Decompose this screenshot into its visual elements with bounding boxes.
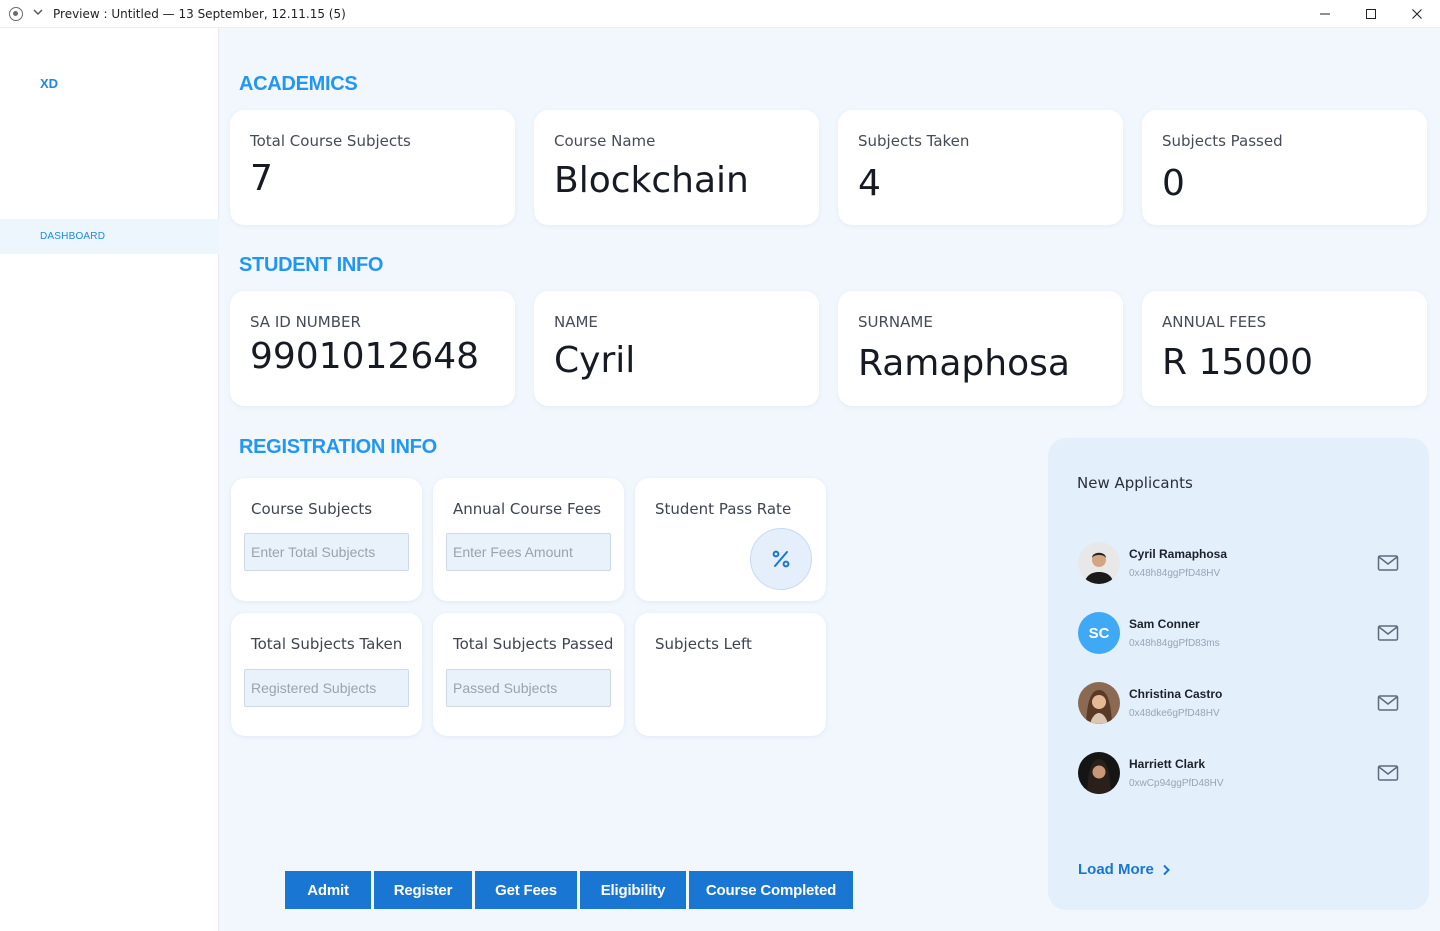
main-content: ACADEMICS Total Course Subjects 7 Course…: [219, 28, 1440, 931]
card-student-pass-rate: Student Pass Rate: [635, 478, 826, 601]
register-button[interactable]: Register: [374, 871, 472, 909]
card-label: Subjects Passed: [1162, 132, 1283, 150]
applicant-row[interactable]: Harriett Clark 0xwCp94ggPfD48HV: [1048, 752, 1429, 796]
new-applicants-panel: New Applicants Cyril Ramaphosa 0x48h84gg…: [1048, 438, 1429, 910]
card-label: Total Subjects Taken: [251, 635, 403, 653]
mail-icon[interactable]: [1377, 694, 1399, 712]
card-label: Course Subjects: [251, 500, 373, 518]
avatar: SC: [1078, 612, 1120, 654]
applicant-address: 0x48dke6gPfD48HV: [1129, 708, 1220, 719]
eligibility-button[interactable]: Eligibility: [580, 871, 686, 909]
total-subjects-input[interactable]: [244, 533, 409, 571]
card-value: 7: [250, 158, 273, 199]
card-value: 4: [858, 163, 881, 204]
close-button[interactable]: [1394, 0, 1440, 28]
applicant-name: Christina Castro: [1129, 687, 1223, 701]
card-label: Subjects Left: [655, 635, 752, 653]
avatar: [1078, 542, 1120, 584]
close-icon: [1412, 9, 1422, 19]
applicant-name: Cyril Ramaphosa: [1129, 547, 1228, 561]
load-more-link[interactable]: Load More: [1078, 861, 1170, 878]
pass-rate-button[interactable]: [750, 528, 812, 590]
percent-icon: [772, 550, 790, 568]
card-label: ANNUAL FEES: [1162, 313, 1267, 331]
applicant-address: 0xwCp94ggPfD48HV: [1129, 778, 1224, 789]
avatar: [1078, 752, 1120, 794]
card-label: Total Course Subjects: [250, 132, 411, 150]
card-value: 0: [1162, 163, 1185, 204]
card-label: Student Pass Rate: [655, 500, 792, 518]
card-value: Cyril: [554, 340, 636, 381]
app-logo[interactable]: XD: [40, 76, 58, 91]
card-annual-fees: ANNUAL FEES R 15000: [1142, 291, 1427, 406]
applicant-row[interactable]: Christina Castro 0x48dke6gPfD48HV: [1048, 682, 1429, 726]
mail-icon[interactable]: [1377, 554, 1399, 572]
card-subjects-left: Subjects Left: [635, 613, 826, 736]
fees-amount-input[interactable]: [446, 533, 611, 571]
card-subjects-taken: Subjects Taken 4: [838, 110, 1123, 225]
minimize-button[interactable]: [1302, 0, 1348, 28]
card-total-subjects-taken: Total Subjects Taken: [231, 613, 422, 736]
card-label: Course Name: [554, 132, 656, 150]
card-label: Total Subjects Passed: [453, 635, 614, 653]
window-title: Preview : Untitled — 13 September, 12.11…: [53, 7, 346, 21]
card-label: SURNAME: [858, 313, 933, 331]
chevron-right-icon: [1163, 864, 1170, 875]
card-course-subjects: Course Subjects: [231, 478, 422, 601]
card-value: R 15000: [1162, 342, 1313, 383]
maximize-button[interactable]: [1348, 0, 1394, 28]
student-info-title: STUDENT INFO: [239, 254, 384, 276]
applicant-row[interactable]: SC Sam Conner 0x48h84ggPfD83ms: [1048, 612, 1429, 656]
card-total-subjects-passed: Total Subjects Passed: [433, 613, 624, 736]
academics-title: ACADEMICS: [239, 73, 358, 95]
admit-button[interactable]: Admit: [285, 871, 371, 909]
record-icon[interactable]: [9, 7, 23, 21]
maximize-icon: [1366, 9, 1376, 19]
applicant-row[interactable]: Cyril Ramaphosa 0x48h84ggPfD48HV: [1048, 542, 1429, 586]
applicant-name: Harriett Clark: [1129, 757, 1206, 771]
sidebar-item-dashboard[interactable]: DASHBOARD: [0, 219, 219, 254]
card-value: 9901012648: [250, 336, 480, 377]
load-more-label: Load More: [1078, 861, 1154, 878]
card-surname: SURNAME Ramaphosa: [838, 291, 1123, 406]
card-label: Annual Course Fees: [453, 500, 602, 518]
chevron-down-icon[interactable]: [32, 6, 44, 18]
window-titlebar: Preview : Untitled — 13 September, 12.11…: [0, 0, 1440, 28]
registration-info-title: REGISTRATION INFO: [239, 436, 437, 458]
minimize-icon: [1320, 13, 1330, 15]
registered-subjects-input[interactable]: [244, 669, 409, 707]
sidebar: XD DASHBOARD: [0, 28, 219, 931]
card-annual-course-fees: Annual Course Fees: [433, 478, 624, 601]
applicant-name: Sam Conner: [1129, 617, 1200, 631]
card-label: NAME: [554, 313, 598, 331]
get-fees-button[interactable]: Get Fees: [475, 871, 577, 909]
card-course-name: Course Name Blockchain: [534, 110, 819, 225]
passed-subjects-input[interactable]: [446, 669, 611, 707]
avatar: [1078, 682, 1120, 724]
course-completed-button[interactable]: Course Completed: [689, 871, 853, 909]
card-value: Blockchain: [554, 160, 749, 201]
mail-icon[interactable]: [1377, 624, 1399, 642]
card-label: SA ID NUMBER: [250, 313, 361, 331]
new-applicants-title: New Applicants: [1077, 474, 1193, 492]
card-value: Ramaphosa: [858, 343, 1070, 384]
card-sa-id-number: SA ID NUMBER 9901012648: [230, 291, 515, 406]
applicant-address: 0x48h84ggPfD48HV: [1129, 568, 1221, 579]
card-total-course-subjects: Total Course Subjects 7: [230, 110, 515, 225]
card-label: Subjects Taken: [858, 132, 970, 150]
applicant-address: 0x48h84ggPfD83ms: [1129, 638, 1220, 649]
mail-icon[interactable]: [1377, 764, 1399, 782]
card-name: NAME Cyril: [534, 291, 819, 406]
sidebar-item-label: DASHBOARD: [40, 231, 106, 242]
card-subjects-passed: Subjects Passed 0: [1142, 110, 1427, 225]
